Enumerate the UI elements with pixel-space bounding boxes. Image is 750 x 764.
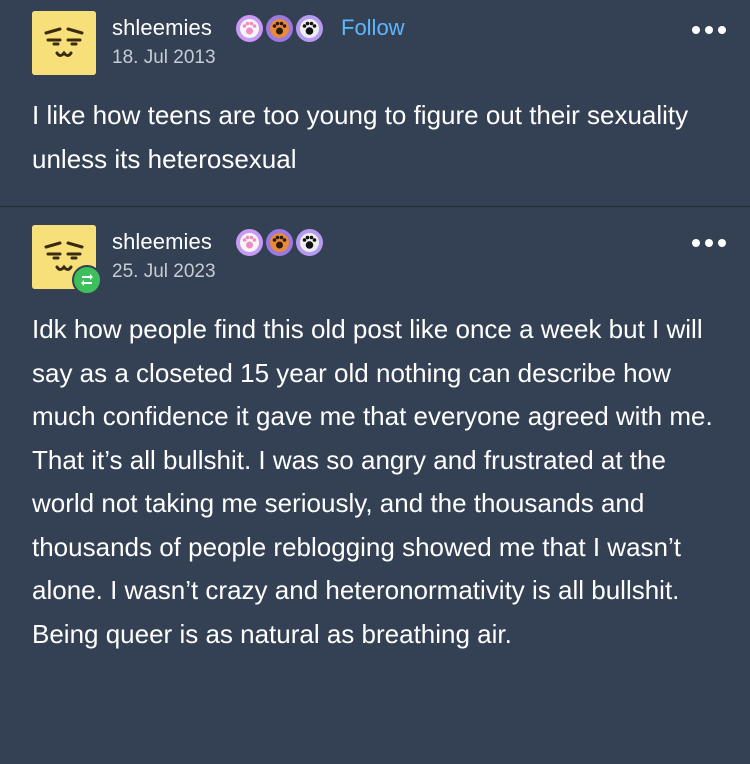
reblog-icon xyxy=(72,265,102,295)
more-options-icon[interactable] xyxy=(692,26,726,34)
reblog-post: shleemies 25. Jul 2023 Idk how people fi… xyxy=(0,207,750,764)
follow-button[interactable]: Follow xyxy=(341,15,405,41)
user-badges xyxy=(236,229,323,256)
user-badges xyxy=(236,15,323,42)
post-date[interactable]: 18. Jul 2013 xyxy=(112,47,216,69)
more-options-icon[interactable] xyxy=(692,239,726,247)
post-text: I like how teens are too young to figure… xyxy=(32,100,689,174)
paw-badge-black-icon[interactable] xyxy=(296,229,323,256)
original-post: shleemies Follow 18. Jul 2013 I like how… xyxy=(0,0,750,206)
post-text: Idk how people find this old post like o… xyxy=(32,314,713,649)
paw-badge-black-icon[interactable] xyxy=(296,15,323,42)
post-date[interactable]: 25. Jul 2023 xyxy=(112,261,216,283)
smug-face-icon xyxy=(32,11,96,75)
paw-badge-orange-icon[interactable] xyxy=(266,229,293,256)
username[interactable]: shleemies xyxy=(112,229,212,255)
avatar[interactable] xyxy=(32,225,102,295)
username[interactable]: shleemies xyxy=(112,15,212,41)
paw-badge-pink-icon[interactable] xyxy=(236,15,263,42)
avatar[interactable] xyxy=(32,11,96,75)
paw-badge-orange-icon[interactable] xyxy=(266,15,293,42)
paw-badge-pink-icon[interactable] xyxy=(236,229,263,256)
dashboard: shleemies Follow 18. Jul 2013 I like how… xyxy=(0,0,750,764)
